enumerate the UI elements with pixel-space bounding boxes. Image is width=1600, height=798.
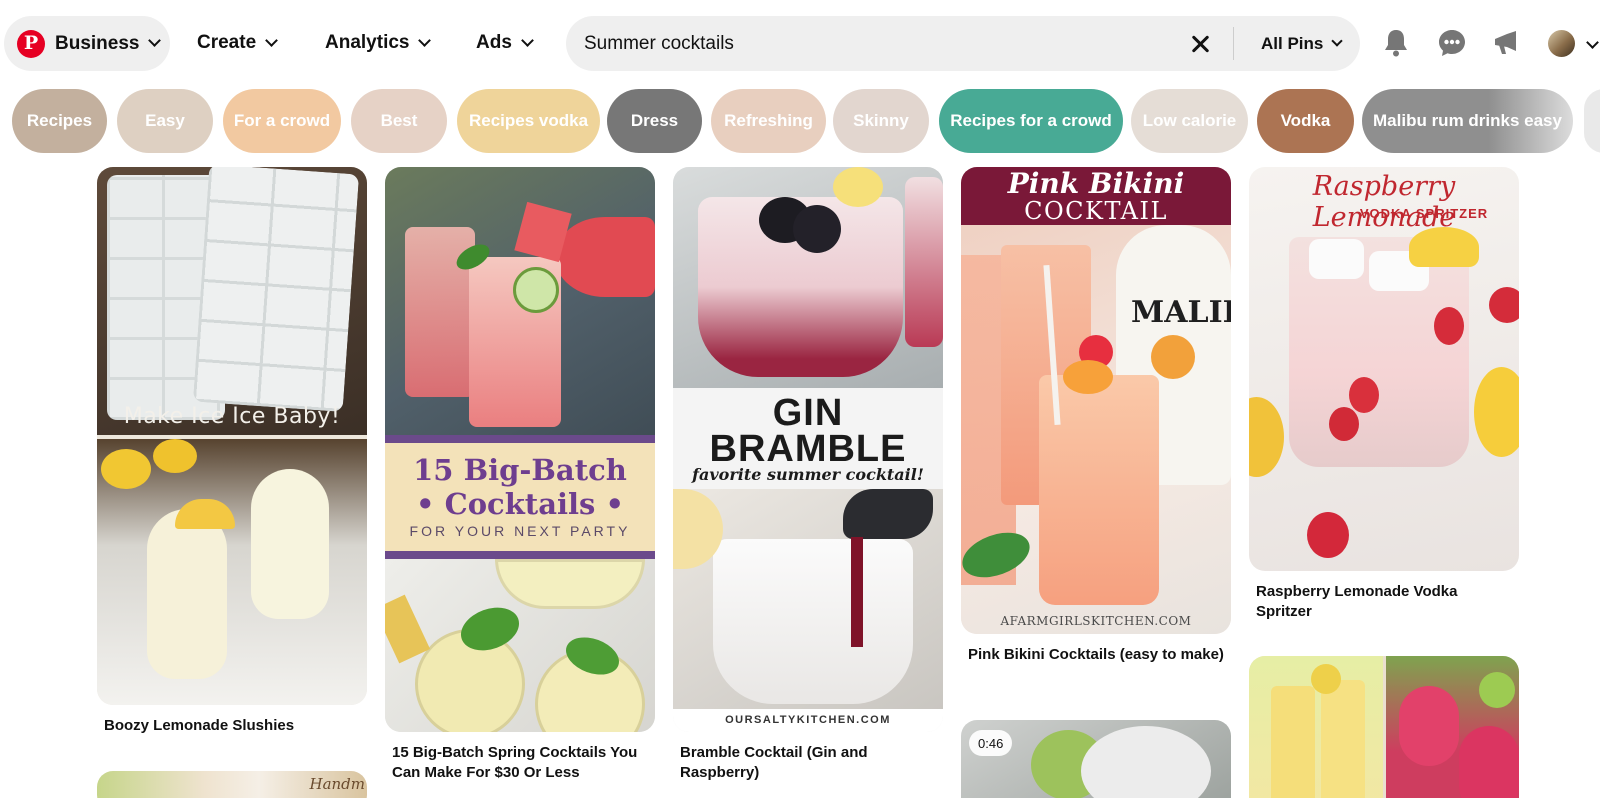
bottle-label: MALIBU bbox=[1131, 295, 1231, 330]
related-search-chip[interactable]: Low calorie bbox=[1131, 89, 1248, 153]
nav-analytics-label: Analytics bbox=[325, 32, 410, 53]
chevron-down-icon bbox=[521, 33, 534, 47]
avatar[interactable] bbox=[1548, 30, 1575, 57]
related-search-chip-partial[interactable] bbox=[1584, 89, 1600, 153]
related-search-chip[interactable]: Best bbox=[351, 89, 447, 153]
search-scope-label: All Pins bbox=[1261, 33, 1324, 53]
megaphone-icon bbox=[1495, 31, 1516, 54]
updates-button[interactable] bbox=[1489, 26, 1523, 60]
related-search-chip[interactable]: Recipes bbox=[12, 89, 107, 153]
related-search-chip[interactable]: For a crowd bbox=[223, 89, 341, 153]
related-search-chip[interactable]: Recipes vodka bbox=[457, 89, 600, 153]
pin-image[interactable]: GIN BRAMBLE favorite summer cocktail! OU… bbox=[673, 167, 943, 732]
nav-create[interactable]: Create bbox=[197, 26, 279, 60]
banner-line-3: FOR YOUR NEXT PARTY bbox=[409, 523, 631, 539]
pin-card-boozy-lemonade[interactable]: Make Ice Ice Baby! Boozy Lemonade Slushi… bbox=[97, 167, 367, 737]
video-duration-badge: 0:46 bbox=[969, 730, 1013, 756]
search-bar: All Pins bbox=[566, 16, 1360, 71]
pin-image[interactable]: Pink Bikini COCKTAIL MALIBU AFARMGIRLSKI… bbox=[961, 167, 1231, 634]
title-banner: 15 Big-Batch • Cocktails • FOR YOUR NEXT… bbox=[385, 443, 655, 551]
lemonade-photo bbox=[97, 439, 367, 705]
search-scope-dropdown[interactable]: All Pins bbox=[1261, 16, 1344, 71]
watermark-text: OURSALTYKITCHEN.COM bbox=[725, 714, 891, 726]
pin-overlay-text: Make Ice Ice Baby! bbox=[123, 404, 341, 429]
pin-image[interactable]: Make Ice Ice Baby! bbox=[97, 167, 367, 705]
close-icon[interactable] bbox=[1188, 32, 1212, 56]
pin-card-handmade-vodka[interactable]: Handm bbox=[97, 771, 367, 798]
bramble-pour-photo bbox=[673, 489, 943, 709]
pinterest-logo-icon[interactable]: P bbox=[17, 29, 45, 58]
account-chevron-down-icon[interactable] bbox=[1586, 36, 1599, 49]
pin-card-frozen-drinks[interactable] bbox=[1249, 656, 1519, 798]
business-label: Business bbox=[55, 32, 140, 54]
banner-line-3: favorite summer cocktail! bbox=[692, 465, 924, 484]
pink-bikini-photo: MALIBU AFARMGIRLSKITCHEN.COM bbox=[961, 225, 1231, 634]
chat-bubble-icon bbox=[1439, 30, 1465, 56]
pin-card-raspberry-lemonade[interactable]: Raspberry Lemonade VODKA SPRITZER Raspbe… bbox=[1249, 167, 1519, 627]
pin-card-video[interactable]: 0:46 bbox=[961, 720, 1231, 798]
pin-card-pink-bikini[interactable]: Pink Bikini COCKTAIL MALIBU AFARMGIRLSKI… bbox=[961, 167, 1231, 687]
banner-line-2: VODKA SPRITZER bbox=[1359, 206, 1489, 221]
pin-card-big-batch-cocktails[interactable]: 15 Big-Batch • Cocktails • FOR YOUR NEXT… bbox=[385, 167, 655, 787]
nav-ads[interactable]: Ads bbox=[476, 26, 534, 60]
pin-title[interactable]: Pink Bikini Cocktails (easy to make) bbox=[968, 645, 1224, 665]
related-search-chip[interactable]: Recipes for a crowd bbox=[939, 89, 1123, 153]
chevron-down-icon bbox=[418, 33, 432, 47]
pin-image[interactable]: Raspberry Lemonade VODKA SPRITZER bbox=[1249, 167, 1519, 571]
chevron-down-icon bbox=[1331, 34, 1344, 47]
related-search-chip[interactable]: Dress bbox=[607, 89, 702, 153]
notifications-button[interactable] bbox=[1379, 26, 1413, 60]
business-hub-button[interactable]: P Business bbox=[4, 16, 170, 71]
bell-icon bbox=[1385, 30, 1407, 57]
messages-button[interactable] bbox=[1435, 26, 1469, 60]
banner-line-2: COCKTAIL bbox=[1024, 197, 1168, 225]
pin-image[interactable]: Handm bbox=[97, 771, 367, 798]
watermelon-drink-photo bbox=[385, 167, 655, 435]
nav-create-label: Create bbox=[197, 32, 257, 53]
pin-image[interactable]: 0:46 bbox=[961, 720, 1231, 798]
banner-line-1: Pink Bikini bbox=[1007, 167, 1185, 200]
pin-title[interactable]: Raspberry Lemonade Vodka Spritzer bbox=[1256, 582, 1512, 622]
watermark-text: AFARMGIRLSKITCHEN.COM bbox=[1000, 614, 1192, 628]
nav-ads-label: Ads bbox=[476, 32, 512, 53]
banner-line-2: • Cocktails • bbox=[416, 487, 624, 521]
banner-line-1: Raspberry Lemonade bbox=[1312, 171, 1456, 233]
related-search-chip[interactable]: Easy bbox=[117, 89, 213, 153]
search-divider bbox=[1233, 27, 1234, 60]
search-input[interactable] bbox=[584, 16, 1144, 71]
pin-title[interactable]: Bramble Cocktail (Gin and Raspberry) bbox=[680, 743, 936, 783]
chevron-down-icon bbox=[265, 33, 279, 47]
pin-image[interactable] bbox=[1249, 656, 1519, 798]
ice-tray-photo: Make Ice Ice Baby! bbox=[97, 167, 367, 435]
nav-analytics[interactable]: Analytics bbox=[325, 26, 432, 60]
related-search-chip[interactable]: Vodka bbox=[1257, 89, 1354, 153]
title-banner: GIN BRAMBLE favorite summer cocktail! bbox=[673, 388, 943, 489]
chevron-down-icon bbox=[148, 34, 162, 47]
top-header: P Business Create Analytics Ads All Pins bbox=[0, 0, 1600, 88]
banner-line-1: 15 Big-Batch bbox=[413, 453, 627, 487]
related-search-chip[interactable]: Malibu rum drinks easy bbox=[1362, 89, 1573, 153]
related-search-chip[interactable]: Skinny bbox=[833, 89, 929, 153]
pin-image[interactable]: 15 Big-Batch • Cocktails • FOR YOUR NEXT… bbox=[385, 167, 655, 732]
pineapple-drink-photo bbox=[385, 559, 655, 732]
related-search-chip[interactable]: Refreshing bbox=[711, 89, 826, 153]
pin-title[interactable]: 15 Big-Batch Spring Cocktails You Can Ma… bbox=[392, 743, 648, 783]
related-searches-bar: Recipes Easy For a crowd Best Recipes vodka D… bbox=[0, 89, 1600, 153]
pin-overlay-text: Handm bbox=[309, 775, 365, 793]
pin-title[interactable]: Boozy Lemonade Slushies bbox=[104, 716, 360, 736]
title-banner: Pink Bikini COCKTAIL bbox=[961, 167, 1231, 225]
bramble-drink-photo bbox=[673, 167, 943, 388]
pin-card-gin-bramble[interactable]: GIN BRAMBLE favorite summer cocktail! OU… bbox=[673, 167, 943, 787]
